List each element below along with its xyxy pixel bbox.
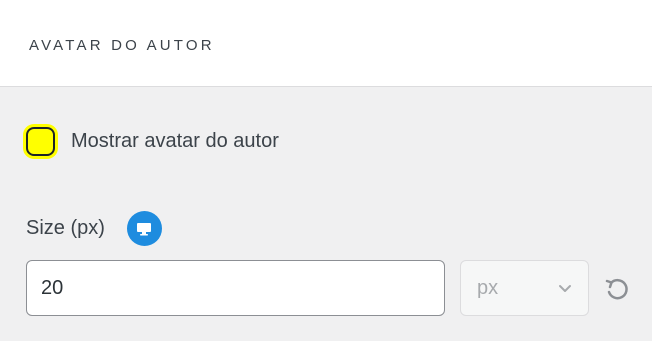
show-avatar-option[interactable]: Mostrar avatar do autor — [26, 127, 279, 156]
desktop-icon-graphic — [137, 222, 152, 235]
settings-panel: Mostrar avatar do autor Size (px) px — [0, 87, 652, 341]
size-label: Size (px) — [26, 217, 105, 239]
unit-select[interactable]: px — [460, 260, 589, 316]
desktop-icon[interactable] — [126, 211, 162, 246]
section-header: AVATAR DO AUTOR — [0, 0, 652, 87]
author-avatar-settings: AVATAR DO AUTOR Mostrar avatar do autor … — [0, 0, 652, 341]
size-value-input[interactable] — [26, 260, 445, 316]
section-title: AVATAR DO AUTOR — [29, 37, 215, 54]
show-avatar-label[interactable]: Mostrar avatar do autor — [71, 130, 279, 153]
show-avatar-checkbox[interactable] — [26, 127, 55, 156]
chevron-down-icon — [559, 285, 571, 292]
reset-icon — [605, 278, 628, 300]
unit-value: px — [477, 276, 499, 299]
size-control-header: Size (px) — [26, 211, 162, 246]
reset-button[interactable] — [600, 273, 632, 305]
